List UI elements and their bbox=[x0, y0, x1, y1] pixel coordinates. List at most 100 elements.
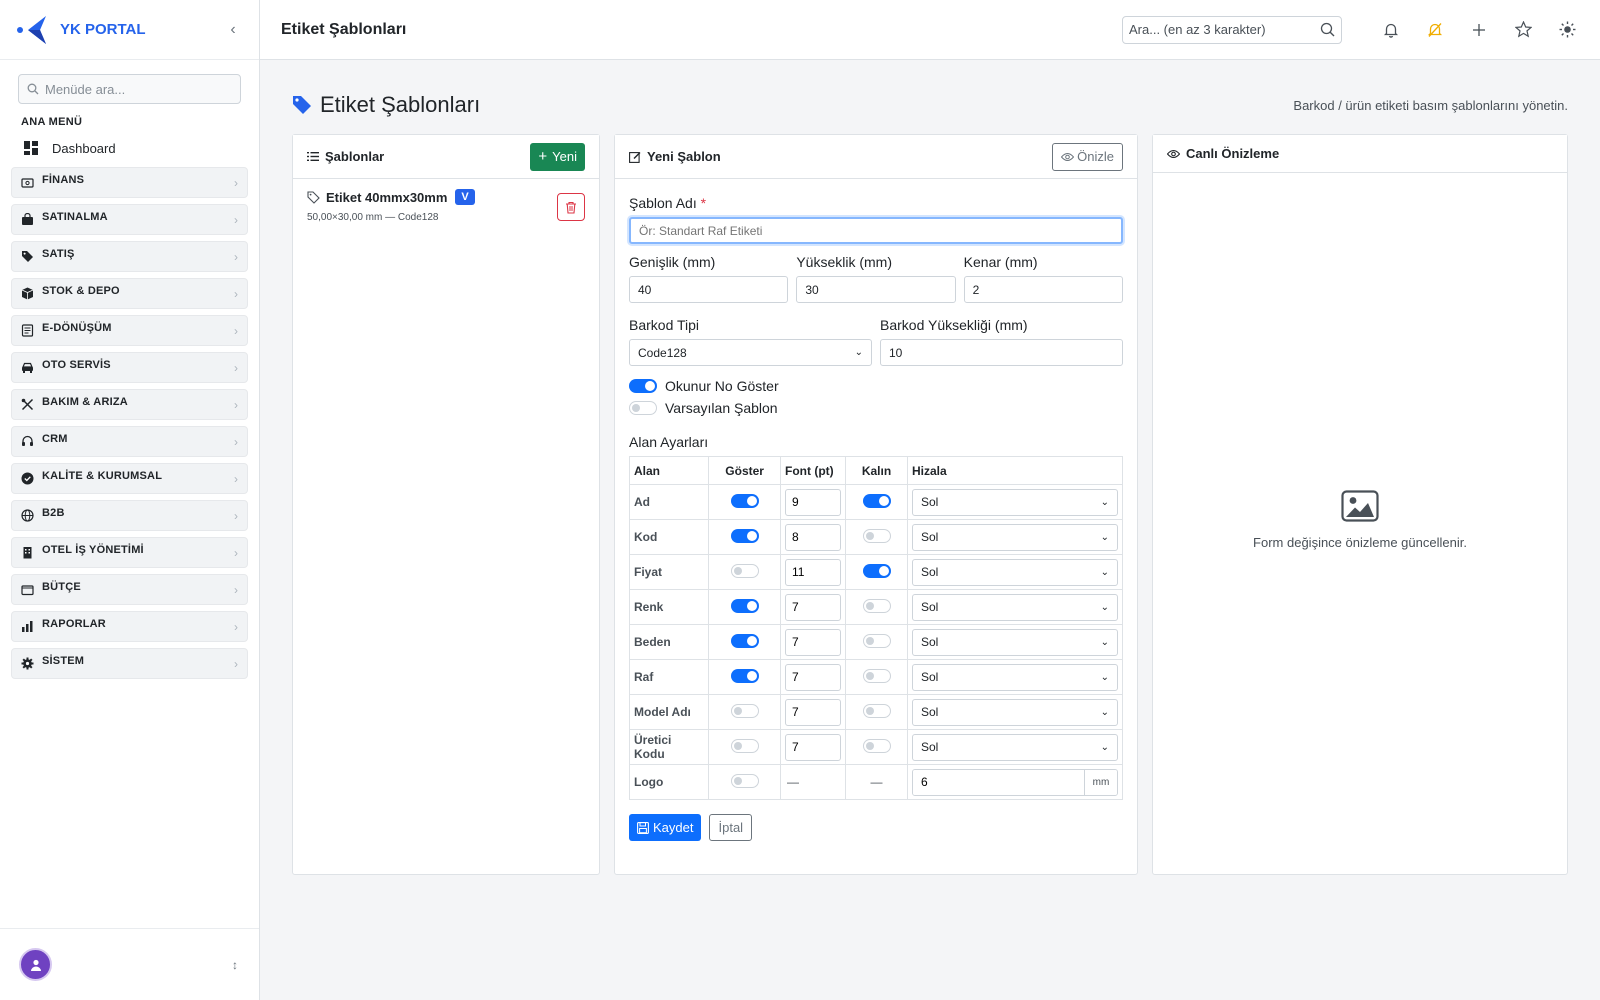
global-search bbox=[1122, 15, 1342, 44]
show-toggle[interactable] bbox=[730, 703, 759, 718]
sidebar-item-oto-servis[interactable]: OTO SERVİS › bbox=[11, 352, 248, 383]
sidebar-collapse-icon[interactable]: ‹ bbox=[223, 21, 243, 39]
show-cell bbox=[708, 589, 781, 625]
template-name-label: Şablon Adı * bbox=[629, 195, 707, 211]
barcode-type-value: Code128 bbox=[638, 345, 687, 360]
sidebar-item-otel-is-yonetimi[interactable]: OTEL İŞ YÖNETİMİ › bbox=[11, 537, 248, 568]
font-size-input[interactable] bbox=[785, 698, 841, 726]
chevron-up-down-icon[interactable]: ↕ bbox=[232, 958, 238, 972]
show-toggle[interactable] bbox=[730, 493, 759, 508]
font-cell bbox=[780, 484, 846, 520]
muted-alerts-button[interactable] bbox=[1422, 17, 1448, 43]
width-input[interactable] bbox=[629, 276, 789, 303]
sidebar-item-b2b[interactable]: B2B › bbox=[11, 500, 248, 531]
sidebar-item-satinalma[interactable]: SATINALMA › bbox=[11, 204, 248, 235]
show-toggle[interactable] bbox=[730, 528, 759, 543]
sidebar-item-butce[interactable]: BÜTÇE › bbox=[11, 574, 248, 605]
chevron-down-icon: ⌄ bbox=[854, 347, 863, 358]
brand-name: YK PORTAL bbox=[60, 21, 146, 38]
show-cell bbox=[708, 659, 781, 695]
height-input[interactable] bbox=[796, 276, 956, 303]
sidebar: YK PORTAL ‹ ANA MENÜ Dashboard FİNANS › … bbox=[0, 0, 260, 1000]
show-toggle[interactable] bbox=[730, 773, 759, 788]
font-size-input[interactable] bbox=[785, 593, 841, 621]
font-cell bbox=[780, 519, 846, 555]
align-select[interactable]: Sol ⌄ bbox=[912, 733, 1118, 761]
show-toggle[interactable] bbox=[730, 563, 759, 578]
preview-card-title: Canlı Önizleme bbox=[1186, 146, 1280, 161]
align-select[interactable]: Sol ⌄ bbox=[912, 593, 1118, 621]
page-header: Etiket Şablonları Barkod / ürün etiketi … bbox=[292, 92, 1568, 118]
sidebar-item-label: RAPORLAR bbox=[42, 617, 106, 630]
bold-toggle[interactable] bbox=[862, 668, 891, 683]
align-cell: Sol ⌄ bbox=[907, 694, 1123, 730]
preview-button[interactable]: Önizle bbox=[1052, 142, 1123, 171]
template-name-input[interactable] bbox=[629, 217, 1123, 244]
new-template-button[interactable]: + Yeni bbox=[530, 142, 585, 171]
font-size-input[interactable] bbox=[785, 523, 841, 551]
chevron-right-icon: › bbox=[234, 249, 238, 264]
bold-toggle[interactable] bbox=[862, 493, 891, 508]
show-toggle[interactable] bbox=[730, 738, 759, 753]
bold-toggle[interactable] bbox=[862, 703, 891, 718]
building-icon bbox=[21, 546, 34, 559]
global-search-input[interactable] bbox=[1129, 22, 1320, 37]
default-template-toggle[interactable] bbox=[629, 401, 657, 415]
save-button[interactable]: Kaydet bbox=[629, 814, 702, 841]
barcode-type-select[interactable]: Code128 ⌄ bbox=[629, 339, 872, 366]
align-select[interactable]: Sol ⌄ bbox=[912, 523, 1118, 551]
wallet-icon bbox=[21, 583, 34, 596]
theme-toggle-button[interactable] bbox=[1554, 17, 1580, 43]
gear-icon bbox=[21, 657, 34, 670]
sidebar-item-satis[interactable]: SATIŞ › bbox=[11, 241, 248, 272]
show-toggle[interactable] bbox=[730, 668, 759, 683]
template-list-item[interactable]: Etiket 40mmx30mm V 50,00×30,00 mm — Code… bbox=[293, 179, 599, 233]
bold-toggle[interactable] bbox=[862, 528, 891, 543]
sidebar-item-crm[interactable]: CRM › bbox=[11, 426, 248, 457]
align-select[interactable]: Sol ⌄ bbox=[912, 628, 1118, 656]
font-size-input[interactable] bbox=[785, 628, 841, 656]
show-toggle[interactable] bbox=[730, 633, 759, 648]
align-select[interactable]: Sol ⌄ bbox=[912, 698, 1118, 726]
font-size-input[interactable] bbox=[785, 663, 841, 691]
form-card-title: Yeni Şablon bbox=[647, 149, 721, 164]
sidebar-item-raporlar[interactable]: RAPORLAR › bbox=[11, 611, 248, 642]
table-row: Logo — — mm bbox=[628, 764, 1123, 800]
avatar[interactable] bbox=[19, 948, 52, 981]
save-button-label: Kaydet bbox=[653, 820, 694, 835]
sidebar-item-dashboard[interactable]: Dashboard bbox=[0, 136, 259, 160]
bold-toggle[interactable] bbox=[862, 633, 891, 648]
delete-template-button[interactable] bbox=[557, 193, 585, 221]
sidebar-item-stok-depo[interactable]: STOK & DEPO › bbox=[11, 278, 248, 309]
bold-toggle[interactable] bbox=[862, 563, 891, 578]
sidebar-item-sistem[interactable]: SİSTEM › bbox=[11, 648, 248, 679]
font-size-input[interactable] bbox=[785, 733, 841, 761]
table-row: Fiyat Sol ⌄ bbox=[628, 554, 1123, 590]
menu-search-input[interactable] bbox=[45, 81, 232, 97]
show-toggle[interactable] bbox=[730, 598, 759, 613]
barcode-height-input[interactable] bbox=[880, 339, 1123, 366]
margin-input[interactable] bbox=[963, 276, 1123, 303]
bold-toggle[interactable] bbox=[862, 598, 891, 613]
logo-size-unit: mm bbox=[1084, 769, 1117, 795]
font-size-input[interactable] bbox=[785, 488, 841, 516]
logo-size-input[interactable] bbox=[913, 769, 1084, 795]
bold-toggle[interactable] bbox=[862, 738, 891, 753]
notifications-button[interactable] bbox=[1378, 17, 1404, 43]
chevron-right-icon: › bbox=[234, 582, 238, 597]
sidebar-item-e-donusum[interactable]: E-DÖNÜŞÜM › bbox=[11, 315, 248, 346]
add-button[interactable] bbox=[1466, 17, 1492, 43]
font-size-input[interactable] bbox=[785, 558, 841, 586]
cancel-button[interactable]: İptal bbox=[709, 814, 753, 841]
align-select[interactable]: Sol ⌄ bbox=[912, 663, 1118, 691]
sidebar-item-bakim-ariza[interactable]: BAKIM & ARIZA › bbox=[11, 389, 248, 420]
list-icon bbox=[307, 152, 319, 161]
search-icon[interactable] bbox=[1320, 22, 1335, 37]
show-readable-toggle[interactable] bbox=[629, 379, 657, 393]
align-select[interactable]: Sol ⌄ bbox=[912, 488, 1118, 516]
align-value: Sol bbox=[921, 565, 939, 579]
favorites-button[interactable] bbox=[1510, 17, 1536, 43]
align-select[interactable]: Sol ⌄ bbox=[912, 558, 1118, 586]
sidebar-item-kalite-kurumsal[interactable]: KALİTE & KURUMSAL › bbox=[11, 463, 248, 494]
sidebar-item-finans[interactable]: FİNANS › bbox=[11, 167, 248, 198]
